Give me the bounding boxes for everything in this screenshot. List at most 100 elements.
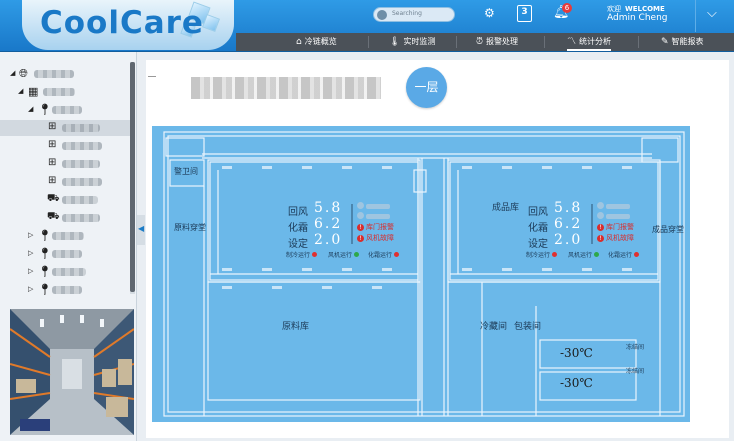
- waveform-icon: ⊞: [48, 157, 57, 168]
- left-setpoint-value: 2.0: [314, 232, 343, 248]
- nav-item-alarms[interactable]: ⏰︎ 报警处理: [476, 33, 518, 51]
- nav-label: 统计分析: [579, 37, 612, 46]
- tree-node-device-selected[interactable]: ⊞: [0, 120, 130, 136]
- logo: CoolCare: [22, 0, 234, 50]
- redacted-label: [62, 214, 100, 222]
- tree-node-site[interactable]: ▷ 📍︎: [0, 246, 130, 262]
- nav-label: 智能报表: [671, 37, 704, 46]
- right-setpoint-value: 2.0: [554, 232, 583, 248]
- redacted-label: [52, 268, 86, 276]
- nav-divider: [456, 36, 457, 48]
- nav-item-statistics[interactable]: 〽统计分析: [567, 33, 612, 51]
- redacted-label: [62, 124, 100, 132]
- right-setpoint-label: 设定: [528, 239, 548, 250]
- redacted-label: [62, 142, 102, 150]
- left-door-alarm: ! 库门报警: [357, 222, 394, 232]
- left-setpoint-label: 设定: [288, 239, 308, 250]
- main-panel: 一层 警卫间 原料穿堂 成品库 成品穿堂 原料库 冷藏间 包装间 冻结间 冻结间…: [146, 60, 729, 438]
- chevron-down-icon[interactable]: ⌵: [707, 6, 717, 21]
- right-status-cooling: 制冷运行: [526, 250, 558, 259]
- right-fan-alarm: ! 风机故障: [597, 233, 634, 243]
- caret-right-icon[interactable]: ▷: [28, 285, 33, 293]
- redacted-label: [52, 106, 82, 114]
- caret-down-icon[interactable]: ◢: [10, 69, 15, 77]
- caret-right-icon[interactable]: ▷: [28, 231, 33, 239]
- floor-plan-drawing: [163, 131, 685, 417]
- right-defrost-label: 化霜: [528, 223, 548, 234]
- redacted-label: [34, 70, 74, 78]
- search-placeholder: Searching: [392, 10, 422, 17]
- report-edit-icon: ✎: [661, 37, 669, 47]
- right-status-fan: 风机运行: [568, 250, 600, 259]
- nav-label: 冷链概览: [304, 37, 337, 46]
- right-defrost-value: 6.2: [554, 216, 583, 232]
- tree-node-device[interactable]: ⊞: [0, 138, 130, 154]
- gear-icon[interactable]: ⚙: [484, 6, 495, 20]
- right-door-alarm: ! 库门报警: [597, 222, 634, 232]
- left-return-air-value: 5.8: [314, 200, 343, 216]
- right-return-air-value: 5.8: [554, 200, 583, 216]
- caret-right-icon[interactable]: ▷: [28, 249, 33, 257]
- left-return-air-label: 回风: [288, 207, 308, 218]
- right-inactive-indicator: [597, 212, 630, 221]
- nav-item-monitoring[interactable]: 🌡︎ 实时监测: [389, 33, 435, 51]
- tree-node-site[interactable]: ▷ 📍︎: [0, 228, 130, 244]
- tree-node-site[interactable]: ▷ 📍︎: [0, 264, 130, 280]
- room-label-raw-dressing: 原料穿堂: [174, 223, 206, 232]
- tree-node-device[interactable]: ⊞: [0, 174, 130, 190]
- room-label-freezer-2: 冻结间: [626, 368, 645, 375]
- search-input[interactable]: Searching: [373, 7, 455, 22]
- welcome-en: WELCOME: [625, 5, 665, 13]
- alert-icon: !: [597, 235, 604, 242]
- waveform-icon: ⊞: [48, 175, 57, 186]
- caret-down-icon[interactable]: ◢: [18, 87, 23, 95]
- tree-node-truck[interactable]: ⛟: [0, 192, 130, 208]
- header-divider: [695, 0, 696, 32]
- left-defrost-value: 6.2: [314, 216, 343, 232]
- caret-right-icon[interactable]: ▷: [28, 267, 33, 275]
- room-label-finished-store: 成品库: [492, 203, 520, 213]
- tree-node-building[interactable]: ◢ ▦: [0, 84, 130, 100]
- redacted-label: [52, 250, 82, 258]
- room-label-guard: 警卫间: [174, 167, 198, 176]
- left-fan-alarm: ! 风机故障: [357, 233, 394, 243]
- trend-chart-icon: 〽: [567, 37, 577, 47]
- right-status-defrost: 化霜运行: [608, 250, 640, 259]
- logo-text: CoolCare: [40, 5, 204, 41]
- room-label-cold-room: 冷藏间: [480, 322, 508, 332]
- left-status-cooling: 制冷运行: [286, 250, 318, 259]
- nav-item-reports[interactable]: ✎ 智能报表: [661, 33, 704, 51]
- redacted-label: [43, 88, 75, 96]
- tree-node-site[interactable]: ▷ 📍︎: [0, 282, 130, 298]
- waveform-icon: ⊞: [48, 139, 57, 150]
- tree-node-root[interactable]: ◢ 🌐︎: [0, 66, 130, 82]
- calendar-day: 3: [521, 7, 528, 17]
- tree-node-truck[interactable]: ⛟: [0, 210, 130, 226]
- nav-label: 报警处理: [486, 37, 519, 46]
- room-label-finished-dressing: 成品穿堂: [652, 225, 684, 234]
- floor-button[interactable]: 一层: [406, 67, 447, 108]
- redacted-label: [52, 232, 84, 240]
- tree-node-device[interactable]: ⊞: [0, 156, 130, 172]
- alert-icon: !: [357, 224, 364, 231]
- tree-scrollbar[interactable]: [130, 62, 135, 294]
- redacted-label: [62, 160, 100, 168]
- map-pin-icon: 📍︎: [38, 103, 52, 116]
- redacted-label: [62, 196, 98, 204]
- map-pin-icon: 📍︎: [38, 283, 52, 296]
- alert-icon: !: [597, 224, 604, 231]
- alert-icon: !: [357, 235, 364, 242]
- user-name[interactable]: Admin Cheng: [607, 13, 668, 23]
- map-pin-icon: 📍︎: [38, 265, 52, 278]
- nav-item-overview[interactable]: ⌂ 冷链概览: [296, 33, 337, 51]
- calendar-icon[interactable]: 3: [517, 5, 532, 22]
- tree-node-site[interactable]: ◢ 📍︎: [0, 102, 130, 118]
- right-return-air-label: 回风: [528, 207, 548, 218]
- sidebar-collapse-button[interactable]: ◀: [137, 215, 145, 245]
- left-status-fan: 风机运行: [328, 250, 360, 259]
- scrollbar-thumb[interactable]: [130, 62, 135, 292]
- home-icon: ⌂: [296, 37, 302, 47]
- map-pin-icon: 📍︎: [38, 229, 52, 242]
- nav-label: 实时监测: [403, 37, 436, 46]
- caret-down-icon[interactable]: ◢: [28, 105, 33, 113]
